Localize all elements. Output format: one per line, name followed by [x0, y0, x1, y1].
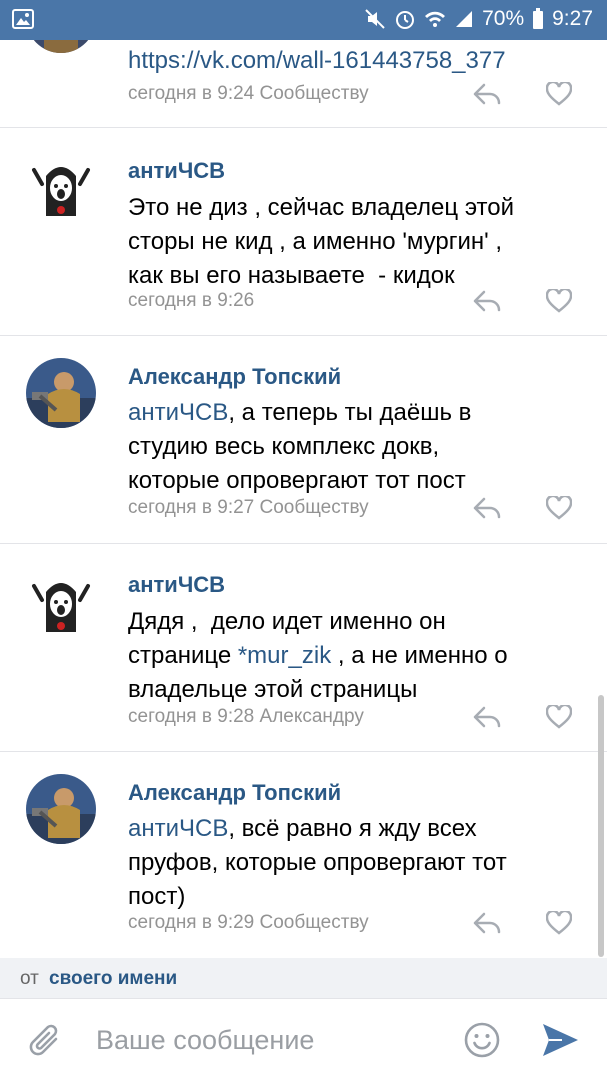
- attach-icon[interactable]: [28, 1021, 64, 1066]
- reply-icon[interactable]: [472, 496, 502, 520]
- send-icon[interactable]: [540, 1021, 580, 1064]
- heart-icon[interactable]: [545, 703, 573, 729]
- heart-icon[interactable]: [545, 80, 573, 106]
- emoji-icon[interactable]: [463, 1021, 501, 1064]
- comment-meta: сегодня в 9:26: [128, 290, 254, 312]
- reply-icon[interactable]: [472, 911, 502, 935]
- comment-reply-to[interactable]: Сообществу: [260, 497, 369, 518]
- comment-item: антиЧСВ Это не диз , сейчас владелец это…: [0, 128, 607, 336]
- avatar[interactable]: [26, 156, 96, 226]
- mute-icon: [364, 8, 386, 30]
- signal-icon: [454, 9, 474, 29]
- status-bar: 70% 9:27: [0, 0, 607, 40]
- comment-text: Дядя , дело идет именно он странице *mur…: [128, 605, 578, 707]
- comment-reply-to[interactable]: Сообществу: [260, 83, 369, 104]
- comment-reply-to[interactable]: Сообществу: [260, 912, 369, 933]
- post-as-prefix: от: [20, 968, 39, 989]
- comment-text: Это не диз , сейчас владелец этой сторы …: [128, 194, 515, 289]
- comment-time: сегодня в 9:26: [128, 290, 255, 311]
- comment-meta: сегодня в 9:27 Сообществу: [128, 497, 369, 519]
- comment-author[interactable]: антиЧСВ: [128, 158, 225, 184]
- message-input[interactable]: Ваше сообщение: [96, 1025, 314, 1056]
- comment-text: антиЧСВ, всё равно я жду всех пруфов, ко…: [128, 812, 578, 914]
- comment-author[interactable]: антиЧСВ: [128, 572, 225, 598]
- heart-icon[interactable]: [545, 494, 573, 520]
- comment-link[interactable]: https://vk.com/wall-161443758_377: [128, 44, 578, 78]
- reply-icon[interactable]: [472, 82, 502, 106]
- battery-icon: [532, 8, 544, 30]
- comment-mention[interactable]: антиЧСВ: [128, 815, 228, 842]
- image-icon: [12, 9, 34, 34]
- post-as-bar: от своего имени: [0, 958, 607, 998]
- comment-item: Александр Топский антиЧСВ, всё равно я ж…: [0, 752, 607, 958]
- battery-level: 70%: [482, 7, 525, 30]
- composer: Ваше сообщение: [0, 998, 607, 1081]
- comment-meta: сегодня в 9:29 Сообществу: [128, 912, 369, 934]
- comment-item: Александр Топский антиЧСВ, а теперь ты д…: [0, 336, 607, 544]
- comment-item: https://vk.com/wall-161443758_377 сегодн…: [0, 40, 607, 128]
- comment-meta: сегодня в 9:24 Сообществу: [128, 83, 369, 105]
- comment-reply-to[interactable]: Александру: [260, 706, 364, 727]
- alarm-icon: [394, 8, 416, 30]
- comment-time: сегодня в 9:27: [128, 497, 255, 518]
- comment-time: сегодня в 9:28: [128, 706, 255, 727]
- scrollbar[interactable]: [598, 695, 604, 957]
- comment-author[interactable]: Александр Топский: [128, 364, 341, 390]
- heart-icon[interactable]: [545, 287, 573, 313]
- clock: 9:27: [552, 7, 593, 30]
- comment-meta: сегодня в 9:28 Александру: [128, 706, 364, 728]
- reply-icon[interactable]: [472, 289, 502, 313]
- comment-text: антиЧСВ, а теперь ты даёшь в студию весь…: [128, 396, 578, 498]
- comment-mention[interactable]: антиЧСВ: [128, 399, 228, 426]
- avatar[interactable]: [26, 572, 96, 642]
- comment-time: сегодня в 9:29: [128, 912, 255, 933]
- wifi-icon: [424, 9, 446, 29]
- comment-item: антиЧСВ Дядя , дело идет именно он стран…: [0, 544, 607, 752]
- comment-time: сегодня в 9:24: [128, 83, 255, 104]
- heart-icon[interactable]: [545, 909, 573, 935]
- comment-mention[interactable]: *mur_zik: [238, 642, 331, 669]
- comments-list: https://vk.com/wall-161443758_377 сегодн…: [0, 40, 607, 958]
- post-as-link[interactable]: своего имени: [49, 968, 177, 990]
- reply-icon[interactable]: [472, 705, 502, 729]
- avatar[interactable]: [26, 774, 96, 844]
- avatar[interactable]: [26, 40, 96, 53]
- avatar[interactable]: [26, 358, 96, 428]
- comment-author[interactable]: Александр Топский: [128, 780, 341, 806]
